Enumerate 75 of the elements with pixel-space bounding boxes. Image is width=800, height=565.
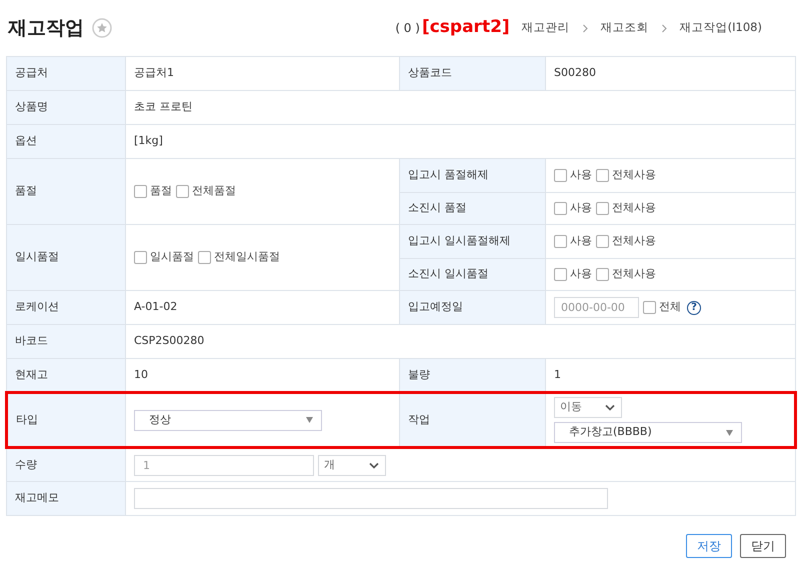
field-value: 초코 프로틴 <box>134 99 192 116</box>
checkbox[interactable] <box>134 251 147 264</box>
checkbox[interactable] <box>554 268 567 281</box>
field-label: 타입 <box>6 392 126 448</box>
select-dropdown[interactable]: 추가창고(BBBB) <box>554 422 742 443</box>
count-label: ( 0 ) <box>395 20 420 37</box>
checkbox[interactable] <box>643 301 656 314</box>
help-icon[interactable]: ? <box>687 300 701 314</box>
chevron-down-icon <box>369 462 379 468</box>
field-value: 공급처1 <box>134 65 174 82</box>
field-value: [1kg] <box>134 133 163 150</box>
checkbox[interactable] <box>554 202 567 215</box>
breadcrumb-link[interactable]: 재고작업(I108) <box>680 19 762 37</box>
checkbox[interactable] <box>596 169 609 182</box>
select-dropdown[interactable]: 개 <box>318 454 386 476</box>
checkbox-label: 사용 <box>570 200 592 216</box>
checkbox-label: 사용 <box>570 233 592 250</box>
memo-field[interactable] <box>134 488 608 509</box>
button[interactable]: 저장 <box>686 534 732 558</box>
checkbox-label: 전체품절 <box>192 183 236 200</box>
chevron-icon <box>660 24 668 32</box>
checkbox-label: 전체사용 <box>612 167 656 184</box>
checkbox[interactable] <box>596 235 609 248</box>
checkbox[interactable] <box>176 185 189 198</box>
date-field[interactable]: 0000-00-00 <box>554 297 639 318</box>
checkbox[interactable] <box>134 185 147 198</box>
checkbox-label: 사용 <box>570 266 592 282</box>
chevron-icon <box>582 24 589 32</box>
field-label: 작업 <box>400 392 546 448</box>
page-title: 재고작업 <box>8 16 84 41</box>
field-label: 수량 <box>6 448 126 482</box>
site-name: [cspart2] <box>422 16 510 40</box>
field-label: 소진시 일시품절 <box>400 258 546 290</box>
field-label: 옵션 <box>6 124 126 158</box>
field-label: 현재고 <box>6 358 126 392</box>
field-label: 상품명 <box>6 90 126 124</box>
field-label: 품절 <box>6 158 126 224</box>
field-value: 1 <box>554 366 561 383</box>
field-label: 불량 <box>400 358 546 392</box>
field-label: 소진시 품절 <box>400 192 546 224</box>
button[interactable]: 닫기 <box>740 534 786 558</box>
checkbox[interactable] <box>596 268 609 281</box>
field-value: S00280 <box>554 65 596 82</box>
checkbox-label: 전체일시품절 <box>214 249 280 266</box>
chevron-down-icon <box>605 404 615 411</box>
caret-icon <box>726 430 733 436</box>
field-value: A-01-02 <box>134 299 178 316</box>
checkbox-label: 사용 <box>570 167 592 184</box>
checkbox-label: 일시품절 <box>150 249 194 266</box>
select-dropdown[interactable]: 이동 <box>554 397 622 418</box>
checkbox[interactable] <box>596 202 609 215</box>
select-dropdown[interactable]: 정상 <box>134 410 322 430</box>
checkbox-label: 전체사용 <box>612 266 656 282</box>
field-label: 공급처 <box>6 56 126 90</box>
checkbox-label: 전체사용 <box>612 200 656 216</box>
breadcrumb-link[interactable]: 재고조회 <box>600 19 649 37</box>
field-value: 10 <box>134 366 148 383</box>
field-label: 상품코드 <box>400 56 546 90</box>
breadcrumb-link[interactable]: 재고관리 <box>522 19 570 37</box>
field-label: 입고시 일시품절해제 <box>400 224 546 258</box>
field-label: 입고시 품절해제 <box>400 158 546 192</box>
input-field[interactable]: 1 <box>134 454 314 476</box>
checkbox-label: 전체사용 <box>612 233 656 250</box>
checkbox[interactable] <box>554 169 567 182</box>
field-label: 바코드 <box>6 324 126 358</box>
caret-icon <box>306 417 313 423</box>
field-label: 재고메모 <box>6 482 126 516</box>
checkbox-label: 전체 <box>659 299 681 316</box>
checkbox[interactable] <box>198 251 211 264</box>
field-label: 일시품절 <box>6 224 126 290</box>
field-label: 입고예정일 <box>400 290 546 324</box>
checkbox-label: 품절 <box>150 183 172 200</box>
checkbox[interactable] <box>554 235 567 248</box>
field-label: 로케이션 <box>6 290 126 324</box>
field-value: CSP2S00280 <box>134 333 204 350</box>
